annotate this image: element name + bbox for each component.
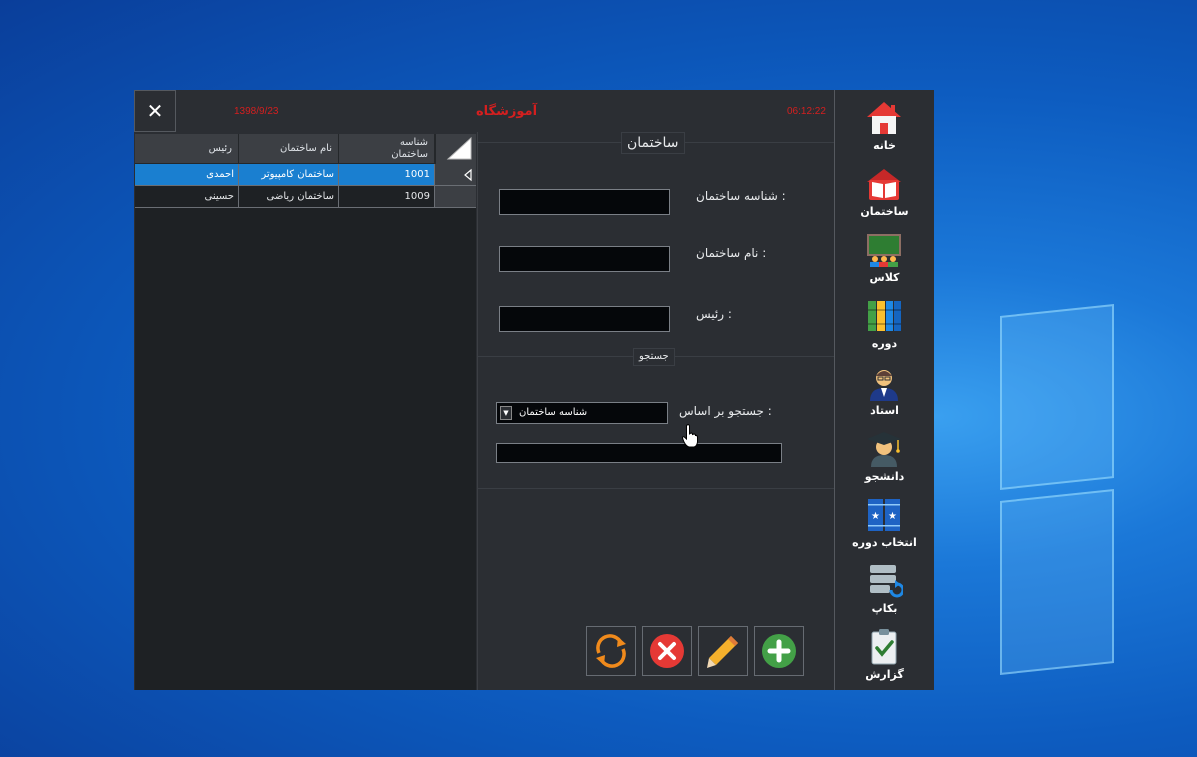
title-bar: ✕ 1398/9/23 آموزشگاه 06:12:22 xyxy=(134,90,834,132)
refresh-button[interactable] xyxy=(586,626,636,676)
sidebar-item-label: خانه xyxy=(873,139,896,152)
date-label: 1398/9/23 xyxy=(234,106,279,117)
sidebar-item-home[interactable]: خانه xyxy=(835,95,934,155)
sidebar-item-label: دوره xyxy=(871,337,898,350)
sidebar-item-course-selection[interactable]: ★ ★ انتخاب دوره xyxy=(835,492,934,552)
app-window: ✕ 1398/9/23 آموزشگاه 06:12:22 رئیس نام س… xyxy=(134,90,934,690)
close-button[interactable]: ✕ xyxy=(134,90,176,132)
edit-button[interactable] xyxy=(698,626,748,676)
sidebar-item-student[interactable]: دانشجو xyxy=(835,426,934,486)
row-indicator[interactable] xyxy=(435,164,476,186)
cell-name: ساختمان ریاضی xyxy=(239,186,339,208)
triangle-icon xyxy=(446,136,472,160)
building-head-input[interactable] xyxy=(499,306,670,332)
classroom-icon xyxy=(867,234,901,267)
sidebar-item-label: دانشجو xyxy=(864,470,905,483)
sidebar-item-label: گزارش xyxy=(865,668,904,681)
search-group-title: جستجو xyxy=(633,348,675,366)
search-group-bottom xyxy=(478,488,835,489)
course-select-icon: ★ ★ xyxy=(868,499,900,531)
sidebar-item-teacher[interactable]: استاد xyxy=(835,360,934,420)
plus-icon xyxy=(762,634,796,668)
building-id-input[interactable] xyxy=(499,189,670,215)
delete-button[interactable] xyxy=(642,626,692,676)
teacher-icon xyxy=(870,370,898,401)
refresh-icon xyxy=(596,634,626,668)
table-row[interactable]: احمدی ساختمان کامپیوتر 1001 xyxy=(135,164,476,186)
current-row-arrow-icon xyxy=(464,168,472,182)
search-by-value: شناسه ساختمان xyxy=(519,407,588,418)
cell-name: ساختمان کامپیوتر xyxy=(239,164,339,186)
app-title: آموزشگاه xyxy=(476,104,538,119)
cell-id: 1001 xyxy=(339,164,435,186)
building-form: ساختمان شناسه ساختمان : نام ساختمان : رئ… xyxy=(477,132,835,690)
sidebar-item-class[interactable]: کلاس xyxy=(835,227,934,287)
building-name-input[interactable] xyxy=(499,246,670,272)
sidebar: خانه ساختمان کلاس دوره استاد دانشجو ★ ★ … xyxy=(834,90,934,690)
delete-icon xyxy=(650,634,684,668)
search-by-select[interactable]: ▼ شناسه ساختمان xyxy=(496,402,668,424)
buildings-grid[interactable]: رئیس نام ساختمان شناسه ساختمان احمدی ساخ… xyxy=(135,134,476,690)
row-indicator[interactable] xyxy=(435,186,476,208)
backup-icon xyxy=(870,565,903,598)
sidebar-item-label: کلاس xyxy=(869,271,900,284)
sidebar-item-course[interactable]: دوره xyxy=(835,293,934,353)
cell-head: حسینی xyxy=(135,186,239,208)
sidebar-item-report[interactable]: گزارش xyxy=(835,624,934,684)
add-button[interactable] xyxy=(754,626,804,676)
select-all-corner[interactable] xyxy=(435,134,476,164)
sidebar-item-label: ساختمان xyxy=(860,205,909,218)
cell-id: 1009 xyxy=(339,186,435,208)
table-row[interactable]: حسینی ساختمان ریاضی 1009 xyxy=(135,186,476,208)
student-icon xyxy=(867,432,901,467)
hand-cursor-icon xyxy=(682,424,698,448)
chevron-down-icon[interactable]: ▼ xyxy=(500,406,512,420)
search-input[interactable] xyxy=(496,443,782,463)
cell-head: احمدی xyxy=(135,164,239,186)
windows-logo xyxy=(1000,300,1197,700)
building-group-title: ساختمان xyxy=(621,132,685,154)
sidebar-item-backup[interactable]: بکاپ xyxy=(835,558,934,618)
books-icon xyxy=(868,301,901,331)
sidebar-item-label: انتخاب دوره xyxy=(852,536,917,549)
column-header-id[interactable]: شناسه ساختمان xyxy=(339,134,435,164)
building-name-label: نام ساختمان : xyxy=(696,246,767,260)
pencil-icon xyxy=(707,636,738,668)
time-label: 06:12:22 xyxy=(787,106,826,117)
svg-text:★: ★ xyxy=(871,511,880,522)
column-header-head[interactable]: رئیس xyxy=(135,134,239,164)
home-icon xyxy=(867,102,901,134)
sidebar-item-label: استاد xyxy=(870,404,899,417)
svg-text:★: ★ xyxy=(888,511,897,522)
report-icon xyxy=(871,629,897,665)
sidebar-item-label: بکاپ xyxy=(871,602,898,615)
column-header-id-text: شناسه ساختمان xyxy=(391,137,428,160)
search-by-label: جستجو بر اساس : xyxy=(679,404,772,418)
building-head-label: رئیس : xyxy=(696,307,732,321)
column-header-name[interactable]: نام ساختمان xyxy=(239,134,339,164)
sidebar-item-building[interactable]: ساختمان xyxy=(835,161,934,221)
grid-header: رئیس نام ساختمان شناسه ساختمان xyxy=(135,134,476,164)
book-icon xyxy=(867,169,901,200)
building-id-label: شناسه ساختمان : xyxy=(696,189,786,203)
